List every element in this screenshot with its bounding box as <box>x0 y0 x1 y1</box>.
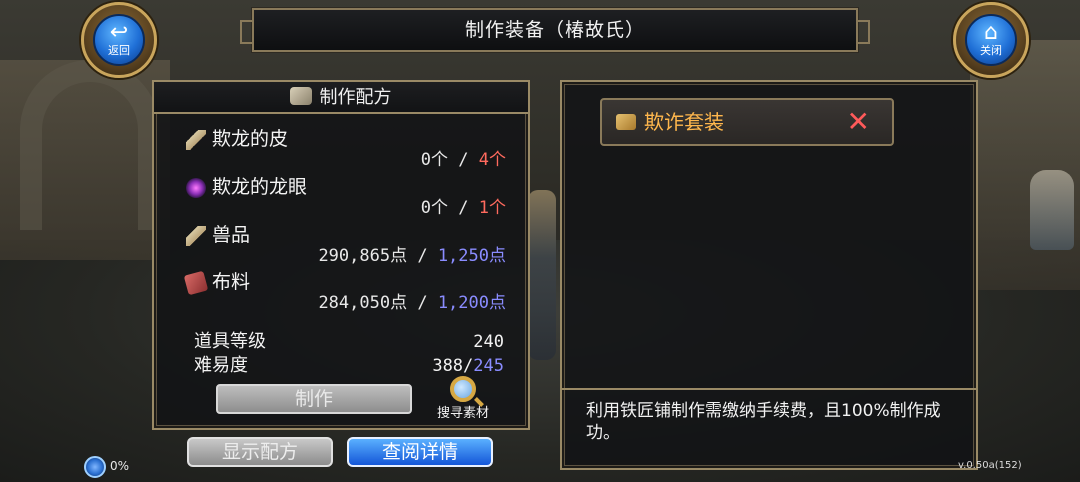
recipe-panel: 制作配方 欺龙的皮 0个 / 4个 欺龙的龙眼 0个 / 1个 兽品 290,8… <box>152 80 530 430</box>
show-recipe-button[interactable]: 显示配方 <box>187 437 333 467</box>
quantity-separator: / <box>407 246 438 266</box>
remove-set-icon[interactable]: ✕ <box>847 100 870 144</box>
material-name: 欺龙的龙眼 <box>212 176 308 198</box>
player-character <box>528 190 556 360</box>
set-tag[interactable]: 欺诈套装 ✕ <box>600 98 894 146</box>
recipe-panel-header: 制作配方 <box>154 82 528 114</box>
magnifier-icon <box>450 376 476 402</box>
material-quantity: 290,865点 / 1,250点 <box>318 244 506 268</box>
difficulty-current: 388/ <box>432 356 474 376</box>
recipe-scroll-icon <box>290 87 313 105</box>
eye-orb-icon <box>186 178 206 198</box>
quantity-separator: / <box>448 198 479 218</box>
material-have: 290,865点 <box>318 246 408 266</box>
difficulty-max: 245 <box>473 356 504 376</box>
material-row: 欺龙的皮 0个 / 4个 <box>186 126 506 172</box>
recipe-panel-title: 制作配方 <box>319 87 392 108</box>
view-details-button[interactable]: 查阅详情 <box>347 437 493 467</box>
game-scene: ↩ 返回 ⌂ 关闭 制作装备（椿故氏） 制作配方 欺龙的皮 0个 / 4个 欺龙… <box>0 0 1080 482</box>
material-quantity: 0个 / 4个 <box>421 148 506 172</box>
material-row: 兽品 290,865点 / 1,250点 <box>186 222 506 268</box>
material-need: 1个 <box>478 198 506 218</box>
back-button-label: 返回 <box>108 44 130 57</box>
set-badge-icon <box>616 114 636 130</box>
material-name: 欺龙的皮 <box>212 128 289 150</box>
material-have: 0个 <box>420 198 449 218</box>
back-arrow-icon: ↩ <box>109 20 129 45</box>
back-button[interactable]: ↩ 返回 <box>81 2 157 78</box>
version-label: v.0.50a(152) <box>958 460 1022 471</box>
make-button[interactable]: 制作 <box>216 384 412 414</box>
search-materials-button[interactable]: 搜寻素材 <box>430 376 496 428</box>
material-name: 布料 <box>212 271 251 293</box>
material-quantity: 0个 / 1个 <box>421 196 506 220</box>
equipment-set-panel: 欺诈套装 ✕ 利用铁匠铺制作需缴纳手续费，且100%制作成功。 <box>560 80 978 470</box>
set-name: 欺诈套装 <box>644 110 724 134</box>
material-need: 1,250点 <box>437 246 506 266</box>
difficulty-value: 388/245 <box>432 354 504 378</box>
close-button-label: 关闭 <box>980 44 1002 57</box>
item-level-row: 道具等级 240 <box>194 330 504 354</box>
home-icon: ⌂ <box>984 20 998 45</box>
material-row: 欺龙的龙眼 0个 / 1个 <box>186 174 506 220</box>
difficulty-label: 难易度 <box>194 355 248 376</box>
back-button-face: ↩ 返回 <box>93 14 145 66</box>
network-ring-icon <box>84 456 106 478</box>
feather-icon <box>186 130 206 150</box>
fee-notice: 利用铁匠铺制作需缴纳手续费，且100%制作成功。 <box>562 388 976 468</box>
fee-notice-text: 利用铁匠铺制作需缴纳手续费，且100%制作成功。 <box>586 401 941 443</box>
close-button[interactable]: ⌂ 关闭 <box>953 2 1029 78</box>
material-name: 兽品 <box>212 224 251 246</box>
difficulty-row: 难易度 388/245 <box>194 354 504 378</box>
material-row: 布料 284,050点 / 1,200点 <box>183 269 506 315</box>
close-button-face: ⌂ 关闭 <box>965 14 1017 66</box>
feather-icon <box>186 226 206 246</box>
search-materials-label: 搜寻素材 <box>436 406 489 421</box>
quantity-separator: / <box>448 150 479 170</box>
window-title-bar: 制作装备（椿故氏） <box>240 7 870 53</box>
item-level-value: 240 <box>473 332 504 352</box>
background-arch <box>20 60 160 230</box>
material-have: 284,050点 <box>318 293 408 313</box>
material-need: 1,200点 <box>437 293 506 313</box>
cloth-icon <box>183 270 209 296</box>
background-npc <box>1030 170 1074 250</box>
status-percent: 0% <box>110 459 130 473</box>
window-title: 制作装备（椿故氏） <box>464 19 645 41</box>
material-quantity: 284,050点 / 1,200点 <box>318 291 506 315</box>
material-need: 4个 <box>478 150 506 170</box>
item-level-label: 道具等级 <box>194 331 266 352</box>
quantity-separator: / <box>407 293 438 313</box>
material-have: 0个 <box>420 150 449 170</box>
